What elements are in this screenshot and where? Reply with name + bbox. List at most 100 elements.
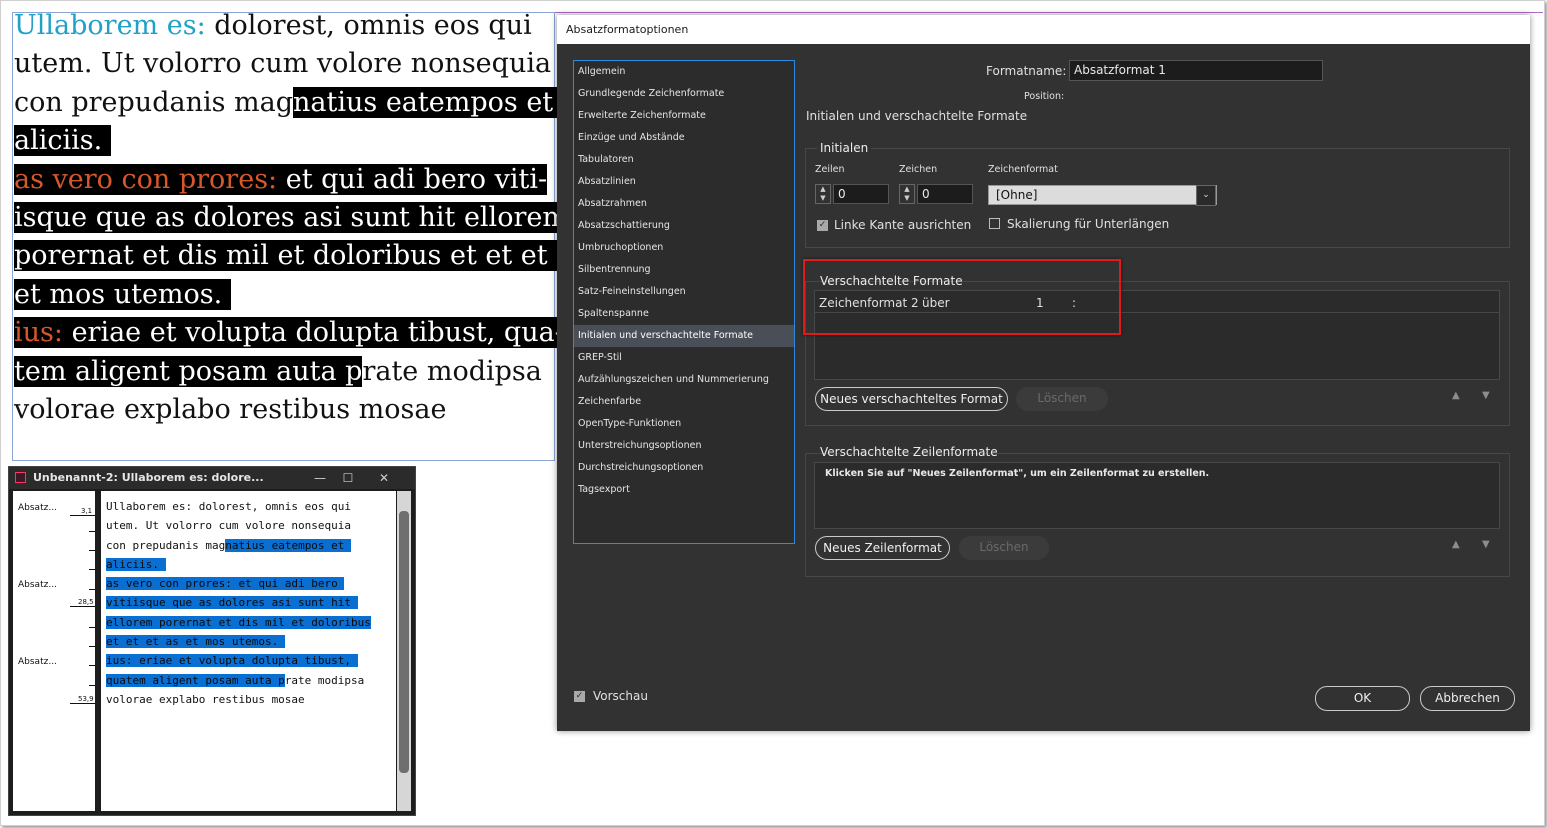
zeilen-input[interactable]: 0 xyxy=(833,184,889,204)
story-editor-titlebar[interactable]: Unbenannt-2: Ullaborem es: dolore... — ☐… xyxy=(9,467,415,489)
text-run[interactable]: natius eatempos et xyxy=(225,538,352,552)
text-run[interactable]: Ullaborem es: dolorest, omnis eos qui xyxy=(106,500,351,513)
text-line[interactable]: et mos utemos. xyxy=(14,276,554,314)
nav-item[interactable]: Aufzählungszeichen und Nummerierung xyxy=(574,369,794,391)
text-run[interactable]: Ullaborem es: xyxy=(14,10,206,41)
layout-text[interactable]: Ullaborem es: dolorest, omnis eos qui ute… xyxy=(14,7,595,429)
scrollbar-thumb[interactable] xyxy=(399,511,409,773)
preview-checkbox[interactable]: ✓ xyxy=(574,691,585,702)
move-down-arrow-icon[interactable]: ▼ xyxy=(1482,539,1490,550)
nav-item[interactable]: Allgemein xyxy=(574,61,794,83)
nav-item[interactable]: Absatzschattierung xyxy=(574,215,794,237)
nav-item[interactable]: OpenType-Funktionen xyxy=(574,413,794,435)
nav-item[interactable]: Absatzrahmen xyxy=(574,193,794,215)
delete-nested-style-button[interactable]: Löschen xyxy=(1016,387,1108,411)
cancel-button[interactable]: Abbrechen xyxy=(1420,686,1515,711)
text-run[interactable]: tem aligent posam auta p xyxy=(14,355,363,387)
zeichen-stepper[interactable]: ▲ ▼ 0 xyxy=(899,184,973,206)
nav-item[interactable]: Einzüge und Abstände xyxy=(574,127,794,149)
story-line[interactable]: et et et as et mos utemos. xyxy=(106,632,371,651)
story-editor-window[interactable]: Unbenannt-2: Ullaborem es: dolore... — ☐… xyxy=(8,466,416,816)
text-line[interactable]: isque que as dolores asi sunt hit ellore… xyxy=(14,199,577,237)
story-text-area[interactable]: Ullaborem es: dolorest, omnis eos qui ute… xyxy=(101,491,396,811)
zeilen-stepper[interactable]: ▲ ▼ 0 xyxy=(815,184,889,206)
text-run[interactable]: con prepudanis mag xyxy=(14,87,293,118)
nav-item[interactable]: Erweiterte Zeichenformate xyxy=(574,105,794,127)
minimize-button[interactable]: — xyxy=(307,467,333,489)
text-line[interactable]: volorae explabo restibus mosae xyxy=(14,391,554,429)
text-run[interactable]: porernat et dis mil et doloribus et et e… xyxy=(14,240,595,272)
zeichen-input[interactable]: 0 xyxy=(917,184,973,204)
text-run[interactable]: ius: xyxy=(14,317,63,349)
story-line[interactable]: ius: eriae et volupta dolupta tibust, xyxy=(106,651,371,670)
text-line[interactable]: ius: eriae et volupta dolupta tibust, qu… xyxy=(14,314,564,352)
zeichenformat-select[interactable]: [Ohne] ⌄ xyxy=(988,185,1217,206)
text-run[interactable]: isque que as dolores asi sunt hit ellore… xyxy=(14,201,577,233)
text-line[interactable]: aliciis. xyxy=(14,122,554,160)
text-run[interactable]: eriae et volupta dolupta tibust, qua- xyxy=(62,317,564,349)
story-line[interactable]: Ullaborem es: dolorest, omnis eos qui xyxy=(106,497,371,516)
text-run[interactable]: vitiisque que as dolores asi sunt hit xyxy=(106,596,358,610)
text-run[interactable]: ellorem porernat et dis mil et doloribus xyxy=(106,615,371,629)
new-line-style-button[interactable]: Neues Zeilenformat xyxy=(815,536,950,560)
nav-item[interactable]: GREP-Stil xyxy=(574,347,794,369)
text-run[interactable]: utem. Ut volorro cum volore nonsequia xyxy=(106,519,351,532)
text-run[interactable]: ius: eriae et volupta dolupta tibust, xyxy=(106,654,358,668)
preview-label[interactable]: Vorschau xyxy=(593,689,648,703)
text-run[interactable]: aliciis. xyxy=(106,557,166,571)
nav-item[interactable]: Silbentrennung xyxy=(574,259,794,281)
story-text[interactable]: Ullaborem es: dolorest, omnis eos qui ute… xyxy=(106,497,371,709)
maximize-button[interactable]: ☐ xyxy=(335,467,361,489)
linke-kante-checkbox[interactable]: ✓ xyxy=(817,220,828,231)
text-run[interactable]: et mos utemos. xyxy=(14,278,231,310)
text-line[interactable]: con prepudanis magnatius eatempos et xyxy=(14,84,562,122)
nav-item[interactable]: Zeichenfarbe xyxy=(574,391,794,413)
story-line[interactable]: utem. Ut volorro cum volore nonsequia xyxy=(106,516,371,535)
text-run[interactable]: et et et as et mos utemos. xyxy=(106,635,285,649)
move-up-arrow-icon[interactable]: ▲ xyxy=(1452,539,1460,550)
delete-line-style-button[interactable]: Löschen xyxy=(959,536,1049,560)
story-line[interactable]: con prepudanis magnatius eatempos et xyxy=(106,536,371,555)
nav-item[interactable]: Durchstreichungsoptionen xyxy=(574,457,794,479)
text-line[interactable]: as vero con prores: et qui adi bero viti… xyxy=(14,161,554,199)
nav-item[interactable]: Absatzlinien xyxy=(574,171,794,193)
move-up-arrow-icon[interactable]: ▲ xyxy=(1452,390,1460,401)
move-down-arrow-icon[interactable]: ▼ xyxy=(1482,390,1490,401)
text-run[interactable]: aliciis. xyxy=(14,125,111,157)
story-line[interactable]: volorae explabo restibus mosae xyxy=(106,690,371,709)
nav-item[interactable]: Umbruchoptionen xyxy=(574,237,794,259)
column-separator[interactable] xyxy=(97,491,100,811)
text-run[interactable]: natius eatempos et xyxy=(293,86,562,118)
nav-item[interactable]: Tabulatoren xyxy=(574,149,794,171)
nav-item[interactable]: Unterstreichungsoptionen xyxy=(574,435,794,457)
story-line[interactable]: quatem aligent posam auta prate modipsa xyxy=(106,671,371,690)
nav-item[interactable]: Grundlegende Zeichenformate xyxy=(574,83,794,105)
new-nested-style-button[interactable]: Neues verschachteltes Format xyxy=(815,387,1008,411)
dialog-titlebar[interactable]: Absatzformatoptionen xyxy=(557,15,1530,44)
stepper-arrows-icon[interactable]: ▲ ▼ xyxy=(815,184,831,204)
paragraph-style-options-dialog[interactable]: Absatzformatoptionen Allgemein Grundlegen… xyxy=(557,15,1530,731)
story-line[interactable]: aliciis. xyxy=(106,555,371,574)
text-line[interactable]: porernat et dis mil et doloribus et et e… xyxy=(14,237,595,275)
nav-item[interactable]: Satz-Feineinstellungen xyxy=(574,281,794,303)
text-run[interactable]: con prepudanis mag xyxy=(106,539,225,552)
text-line[interactable]: utem. Ut volorro cum volore nonsequia xyxy=(14,45,554,83)
story-line[interactable]: ellorem porernat et dis mil et doloribus xyxy=(106,613,371,632)
ok-button[interactable]: OK xyxy=(1315,686,1410,711)
skalierung-label[interactable]: Skalierung für Unterlängen xyxy=(1007,217,1169,231)
chevron-down-icon[interactable]: ⌄ xyxy=(1196,185,1216,206)
text-run[interactable]: quatem aligent posam auta p xyxy=(106,673,285,687)
text-run[interactable]: et qui adi bero viti- xyxy=(277,163,548,195)
text-run[interactable]: dolorest, omnis eos qui xyxy=(206,10,532,41)
text-line[interactable]: Ullaborem es: dolorest, omnis eos qui xyxy=(14,7,554,45)
story-line[interactable]: as vero con prores: et qui adi bero xyxy=(106,574,371,593)
text-run[interactable]: utem. Ut volorro cum volore nonsequia xyxy=(14,48,551,79)
category-list[interactable]: Allgemein Grundlegende Zeichenformate Erwe… xyxy=(573,60,795,544)
text-run[interactable]: as vero con prores: et qui adi bero xyxy=(106,577,345,591)
text-run[interactable]: rate modipsa xyxy=(362,356,541,387)
text-run[interactable]: rate modipsa xyxy=(285,674,364,687)
scrollbar[interactable] xyxy=(397,491,411,811)
nav-item[interactable]: Initialen und verschachtelte Formate xyxy=(574,325,794,347)
text-run[interactable]: as vero con prores: xyxy=(14,163,278,195)
nav-item[interactable]: Tagsexport xyxy=(574,479,794,501)
